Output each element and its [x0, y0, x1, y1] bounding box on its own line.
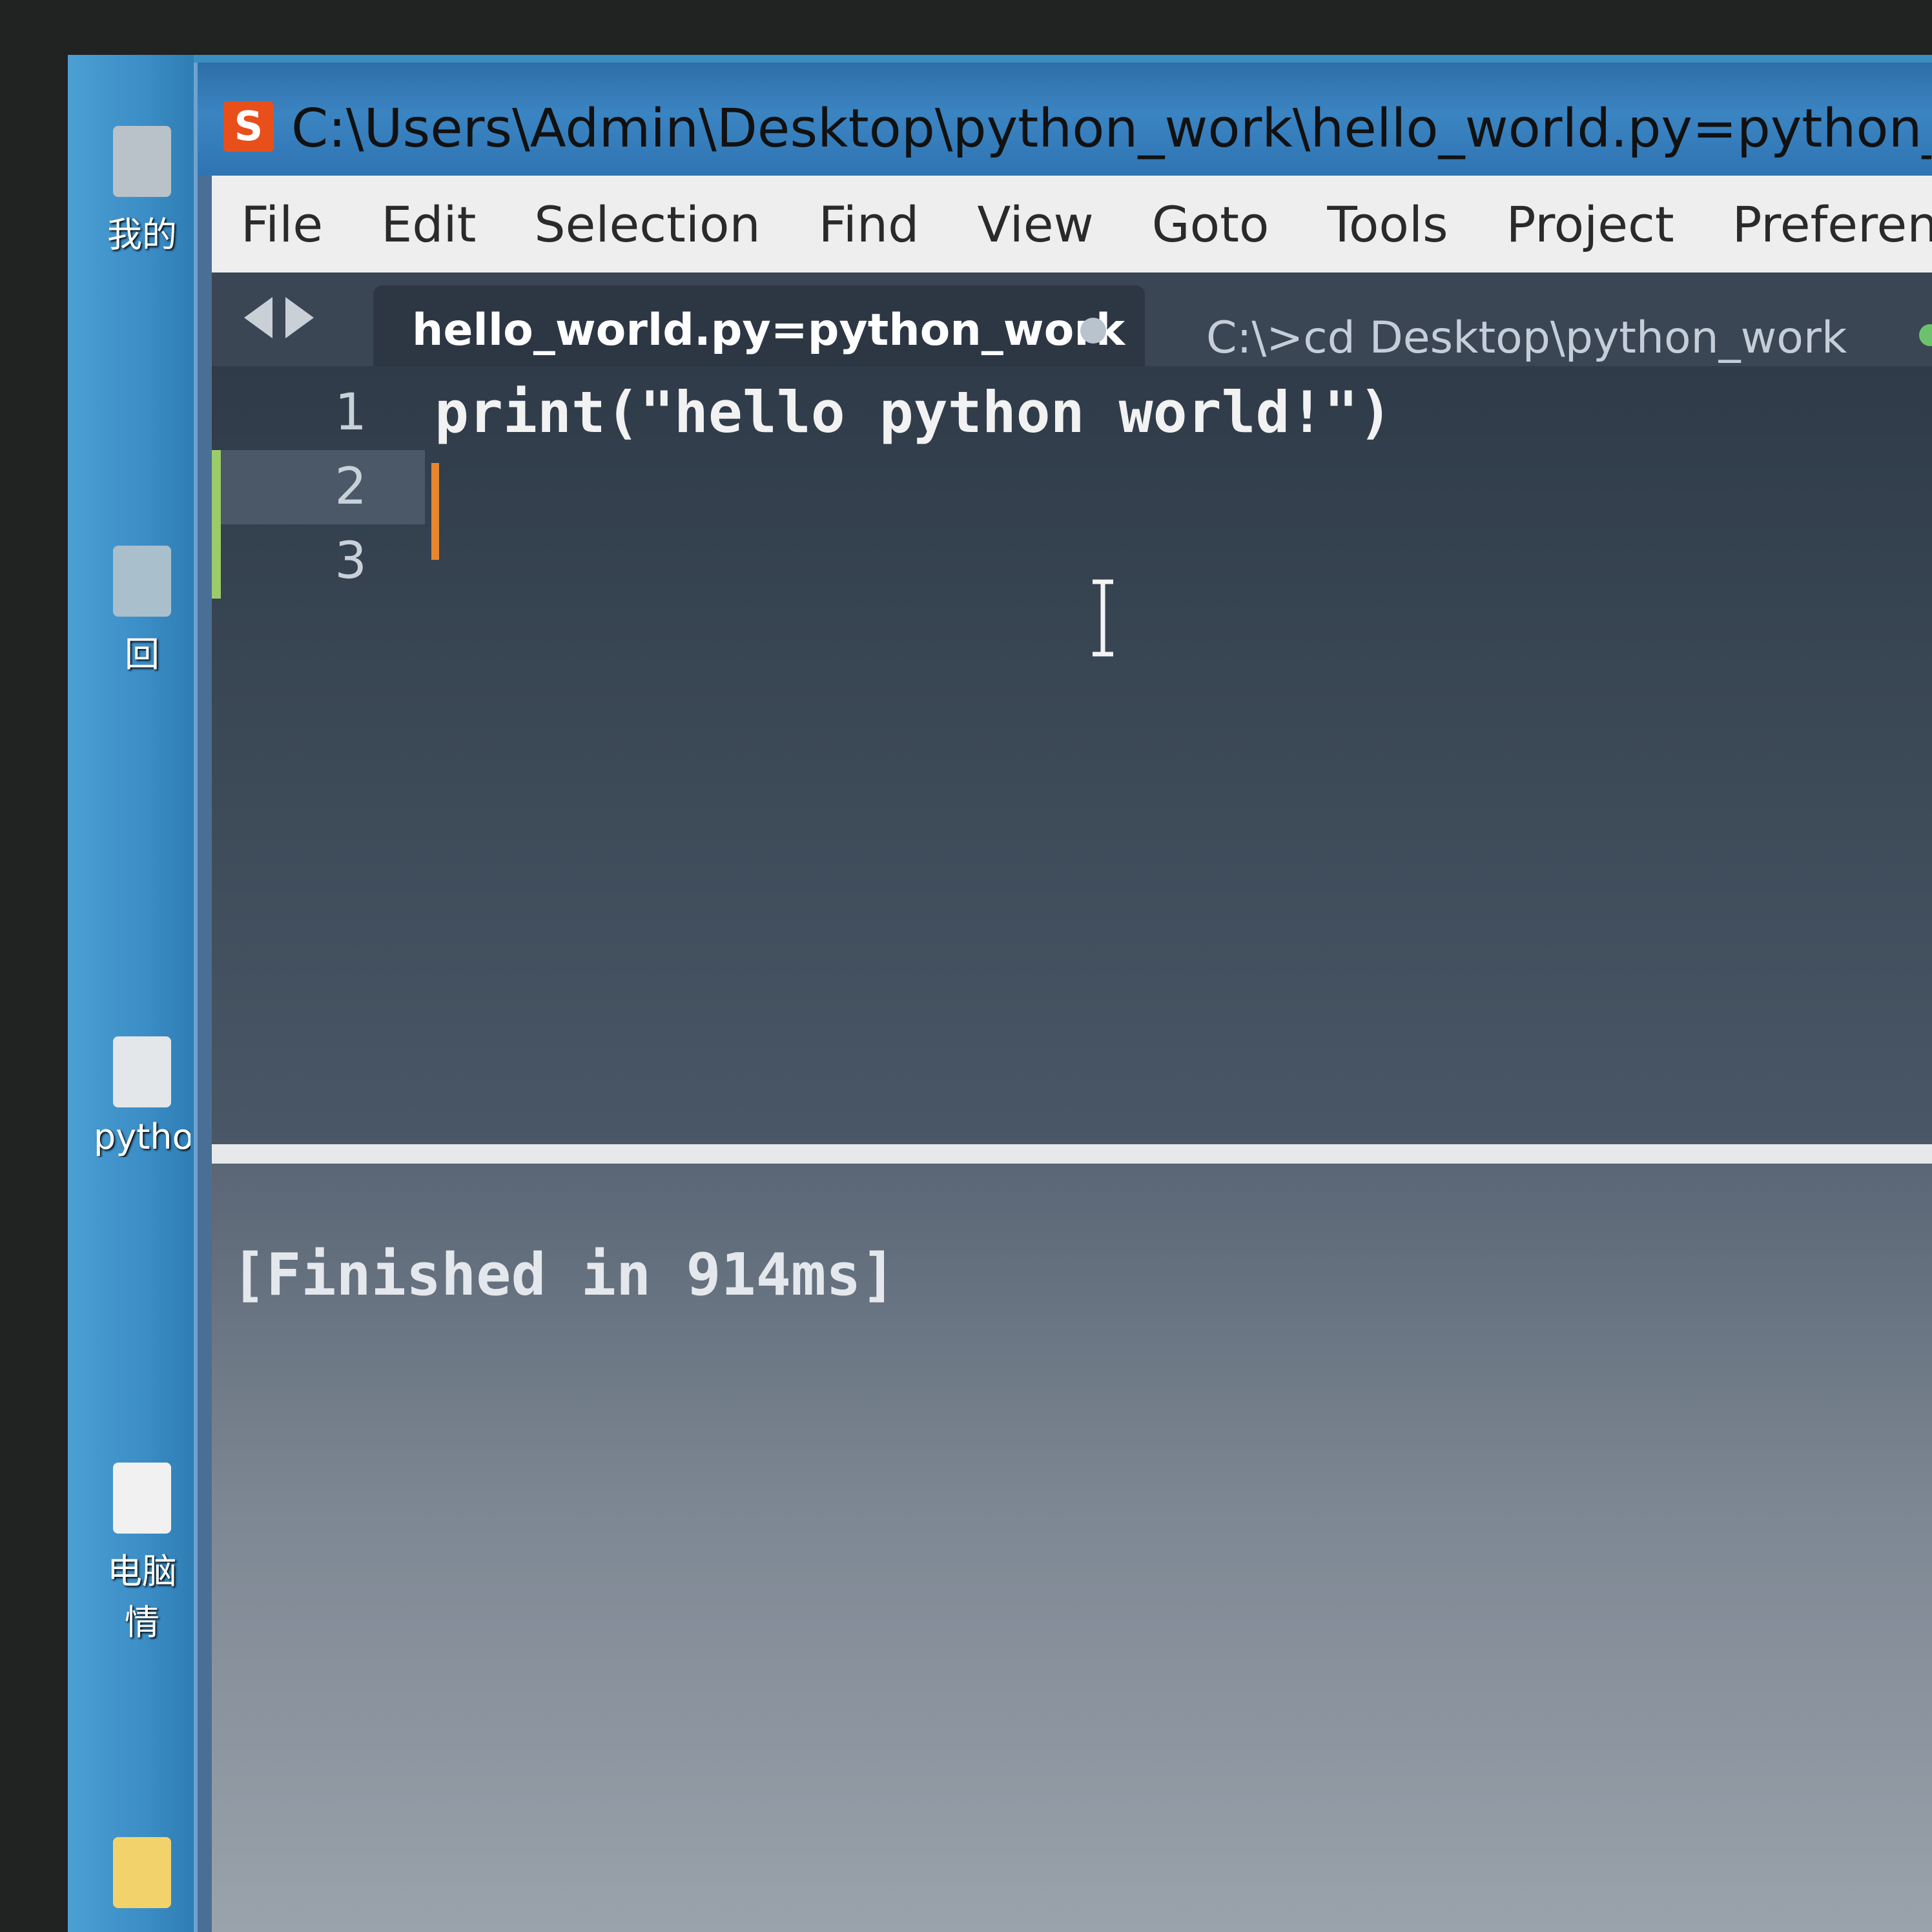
line-number: 1	[334, 384, 367, 442]
desktop-icon-recycle-bin[interactable]: 回	[94, 546, 190, 677]
tab-hello-world[interactable]: hello_world.py=python_work	[373, 285, 1145, 366]
desktop-icon-label: pytho	[94, 1116, 190, 1157]
desktop-icon-python[interactable]: pytho	[94, 1036, 190, 1157]
menu-preferences[interactable]: Preference	[1703, 196, 1932, 253]
panel-divider[interactable]	[212, 1144, 1932, 1164]
sublime-logo-icon: S	[223, 101, 274, 152]
menu-file[interactable]: File	[212, 196, 352, 253]
line-number: 2	[334, 458, 367, 516]
tab-cd-command[interactable]: C:\>cd Desktop\python_work	[1167, 298, 1932, 366]
unsaved-dot-icon[interactable]	[1080, 318, 1106, 344]
recycle-bin-icon	[113, 546, 171, 617]
app-icon	[113, 1837, 171, 1908]
screen: 我的 回 pytho 电脑 情 S C:\Users\Admin\Desktop…	[68, 55, 1932, 1932]
build-output-panel: [Finished in 914ms]	[212, 1164, 1932, 1932]
menu-find[interactable]: Find	[790, 196, 949, 253]
tab-label: hello_world.py=python_work	[412, 305, 1125, 356]
menu-view[interactable]: View	[948, 196, 1122, 253]
arrow-right-icon[interactable]	[285, 297, 314, 338]
line-number: 3	[334, 532, 367, 590]
desktop-icon-pc-info[interactable]: 电脑 情	[94, 1463, 190, 1645]
unsaved-dot-icon[interactable]	[1919, 324, 1932, 346]
line-gutter: 1 2 3	[212, 366, 425, 1144]
build-result-text: [Finished in 914ms]	[231, 1241, 896, 1309]
tab-label: C:\>cd Desktop\python_work	[1206, 313, 1847, 364]
menu-goto[interactable]: Goto	[1123, 196, 1299, 253]
window-title: C:\Users\Admin\Desktop\python_work\hello…	[291, 98, 1931, 159]
desktop-icon-label: 我的	[107, 214, 177, 255]
desktop-icon-label: 电脑	[107, 1551, 177, 1592]
desktop-icon-label: 情	[125, 1602, 159, 1643]
arrow-left-icon[interactable]	[244, 297, 272, 338]
menu-edit[interactable]: Edit	[352, 196, 505, 253]
computer-icon	[113, 126, 171, 197]
desktop-icon-label: 回	[125, 634, 159, 675]
text-caret	[431, 463, 439, 560]
title-bar[interactable]: S C:\Users\Admin\Desktop\python_work\hel…	[198, 63, 1932, 176]
menu-bar: File Edit Selection Find View Goto Tools…	[212, 176, 1932, 272]
menu-selection[interactable]: Selection	[505, 196, 789, 253]
code-editor[interactable]: 1 2 3 print("hello python world!")	[212, 366, 1932, 1144]
document-icon	[113, 1463, 171, 1534]
menu-tools[interactable]: Tools	[1298, 196, 1477, 253]
sublime-window: S C:\Users\Admin\Desktop\python_work\hel…	[194, 63, 1932, 1932]
tab-navigation	[244, 297, 314, 338]
ibeam-cursor-icon	[1093, 579, 1113, 657]
code-line[interactable]: print("hello python world!")	[435, 379, 1392, 446]
desktop-icon-app[interactable]	[94, 1837, 190, 1908]
desktop-icon-computer[interactable]: 我的	[94, 126, 190, 257]
menu-project[interactable]: Project	[1477, 196, 1703, 253]
desktop: 我的 回 pytho 电脑 情	[68, 55, 194, 1932]
tab-strip: hello_world.py=python_work C:\>cd Deskto…	[212, 272, 1932, 366]
folder-icon	[113, 1036, 171, 1107]
